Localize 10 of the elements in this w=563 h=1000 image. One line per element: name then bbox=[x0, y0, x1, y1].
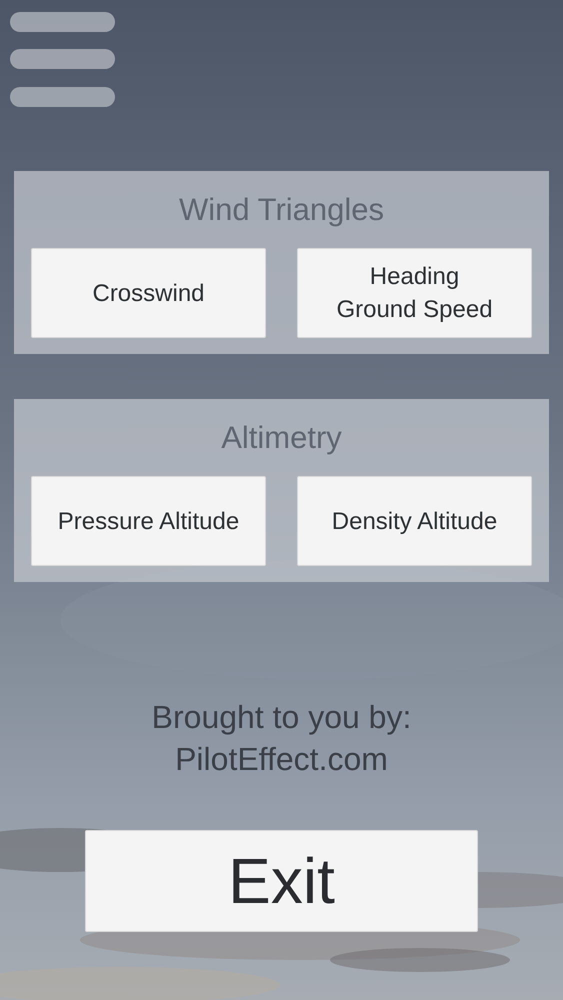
exit-button[interactable]: Exit bbox=[85, 830, 478, 932]
credit-text: Brought to you by: bbox=[152, 698, 412, 737]
menu-button[interactable]: Pressure Altitude bbox=[31, 476, 266, 566]
section-title: Wind Triangles bbox=[178, 191, 386, 229]
menu-icon[interactable] bbox=[10, 12, 115, 107]
section-title: Altimetry bbox=[220, 419, 343, 457]
menu-button[interactable]: Heading Ground Speed bbox=[297, 248, 532, 338]
menu-button[interactable]: Crosswind bbox=[31, 248, 266, 338]
menu-button[interactable]: Density Altitude bbox=[297, 476, 532, 566]
website-text: PilotEffect.com bbox=[174, 740, 389, 779]
